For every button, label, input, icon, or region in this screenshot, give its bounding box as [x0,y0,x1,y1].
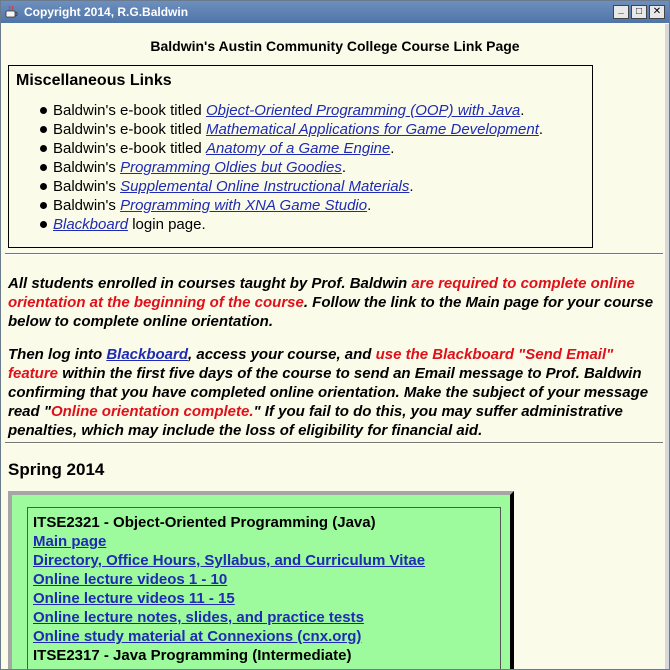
notice-emphasis: Online orientation complete. [50,403,254,420]
item-text: Baldwin's [53,159,121,176]
misc-link-item: Blackboard login page. [39,215,543,234]
page-content: Baldwin's Austin Community College Cours… [1,24,669,669]
misc-links-title: Miscellaneous Links [16,72,172,89]
blackboard-login-link[interactable]: Blackboard [53,216,128,233]
course-title: ITSE2321 - Object-Oriented Programming (… [33,514,376,531]
course-link-item: Main page [33,532,425,551]
close-button[interactable]: ✕ [649,5,665,19]
xna-link[interactable]: Programming with XNA Game Studio [120,197,367,214]
window-title: Copyright 2014, R.G.Baldwin [24,5,189,19]
semester-heading: Spring 2014 [8,460,105,479]
course-link-item: Directory, Office Hours, Syllabus, and C… [33,551,425,570]
oldies-link[interactable]: Programming Oldies but Goodies [120,159,342,176]
misc-link-item: Baldwin's e-book titled Object-Oriented … [39,101,543,120]
misc-link-item: Baldwin's Supplemental Online Instructio… [39,177,543,196]
item-suffix: . [341,159,347,176]
minimize-icon: _ [618,4,624,15]
item-suffix: . [409,178,414,195]
videos-1-10-link[interactable]: Online lecture videos 1 - 10 [33,571,227,588]
course-link-item: Online study material at Connexions (cnx… [33,627,425,646]
maximize-icon: □ [635,6,643,17]
title-bar[interactable]: Copyright 2014, R.G.Baldwin _ □ ✕ [1,1,669,23]
item-text: Baldwin's e-book titled [53,140,206,157]
misc-link-item: Baldwin's Programming Oldies but Goodies… [39,158,543,177]
oop-java-ebook-link[interactable]: Object-Oriented Programming (OOP) with J… [206,102,520,119]
misc-link-item: Baldwin's Programming with XNA Game Stud… [39,196,543,215]
next-course-title: ITSE2317 - Java Programming (Intermediat… [33,647,352,664]
course-panel: ITSE2321 - Object-Oriented Programming (… [8,491,514,669]
blackboard-link[interactable]: Blackboard [106,346,188,363]
item-suffix: . [367,197,372,214]
misc-links-box: Miscellaneous Links Baldwin's e-book tit… [8,65,593,248]
item-suffix: . [538,121,544,138]
maximize-button[interactable]: □ [631,5,647,19]
course-link-item: Online lecture videos 11 - 15 [33,589,425,608]
page-heading: Baldwin's Austin Community College Cours… [150,38,520,54]
item-text: Baldwin's e-book titled [53,102,206,119]
misc-link-item: Baldwin's e-book titled Mathematical App… [39,120,544,139]
minimize-button[interactable]: _ [613,5,629,19]
close-icon: ✕ [652,6,662,17]
misc-links-list: Baldwin's e-book titled Object-Oriented … [39,101,544,234]
notice-text: All students enrolled in courses taught … [8,275,412,292]
vertical-scrollbar[interactable] [665,24,669,669]
email-notice: Then log into Blackboard, access your co… [8,345,663,440]
divider [5,442,663,444]
item-suffix: . [390,140,395,157]
notice-text: , access your course, and [188,346,376,363]
videos-11-15-link[interactable]: Online lecture videos 11 - 15 [33,590,235,607]
item-text: Baldwin's [53,178,121,195]
course-link-item: Online lecture notes, slides, and practi… [33,608,425,627]
course-link-item: Online lecture videos 1 - 10 [33,570,425,589]
orientation-notice: All students enrolled in courses taught … [8,274,663,331]
game-engine-ebook-link[interactable]: Anatomy of a Game Engine [206,140,390,157]
item-text: Baldwin's e-book titled [53,121,206,138]
lecture-notes-link[interactable]: Online lecture notes, slides, and practi… [33,609,364,626]
main-page-link[interactable]: Main page [33,533,106,550]
item-text: Baldwin's [53,197,121,214]
misc-link-item: Baldwin's e-book titled Anatomy of a Gam… [39,139,543,158]
item-suffix: . [520,102,525,119]
course-box: ITSE2321 - Object-Oriented Programming (… [27,507,501,669]
divider [5,253,663,255]
java-app-icon [4,4,20,20]
connexions-link[interactable]: Online study material at Connexions (cnx… [33,628,361,645]
supplemental-materials-link[interactable]: Supplemental Online Instructional Materi… [120,178,409,195]
notice-text: Then log into [8,346,107,363]
course-list: ITSE2321 - Object-Oriented Programming (… [33,513,425,665]
item-suffix: login page. [128,216,206,233]
game-math-ebook-link[interactable]: Mathematical Applications for Game Devel… [206,121,539,138]
directory-link[interactable]: Directory, Office Hours, Syllabus, and C… [33,552,425,569]
app-window: Copyright 2014, R.G.Baldwin _ □ ✕ Baldwi… [0,0,670,670]
